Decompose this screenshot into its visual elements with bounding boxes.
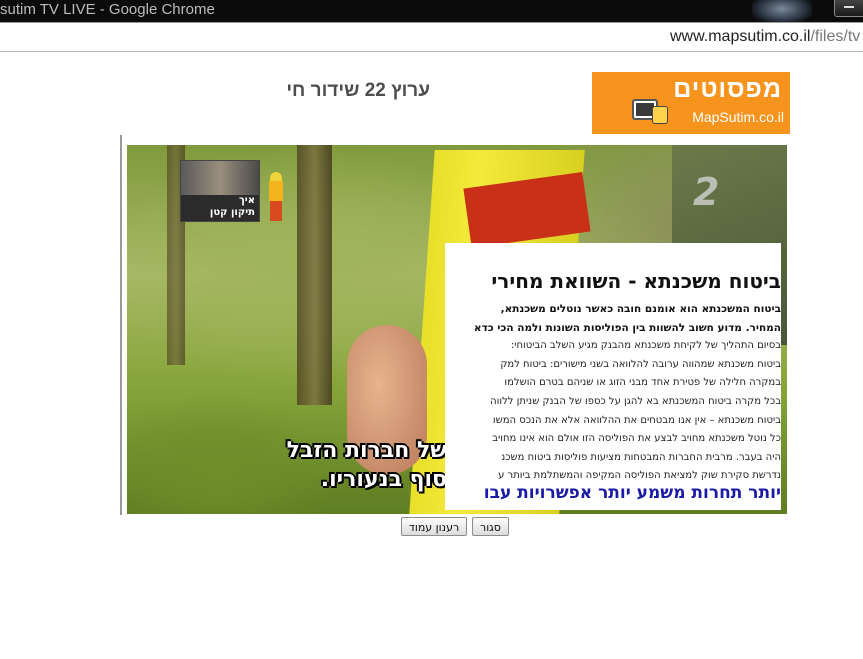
worker-figure-icon [265,172,287,222]
tree-trunk [297,145,332,405]
subtitle-line2: סוף בנעוריו. [320,467,447,492]
program-thumbnail: איך תיקון קטן [180,160,260,222]
window-glow [752,0,812,22]
url-domain: www.mapsutim.co.il [670,28,811,45]
ad-body-line: ביטוח משכנתא שמהווה ערובה להלוואה בשני מ… [500,358,781,370]
logo-brand-text: מפסוטים [673,75,782,103]
video-player[interactable]: איך תיקון קטן 2 של חברות הזבל סוף בנעורי… [127,145,787,514]
minimize-icon [844,6,854,8]
ad-body-line: בסיום התהליך של לקיחת משכנתא מהבנק מגיע … [510,340,781,352]
ad-overlay[interactable]: ביטוח משכנתא - השוואת מחירי ביטוח המשכנת… [445,243,781,510]
ad-body-line: במקרה חלילה של פטירת אחד מבני הזוג או שנ… [504,377,781,389]
channel-logo: 2 [693,170,720,214]
ad-title[interactable]: ביטוח משכנתא - השוואת מחירי [491,269,781,293]
ad-body-line: נדרשת סקירת שוק למציאת הפוליסה המקיפה וה… [498,470,781,482]
url-path: /files/tv [810,28,861,45]
url-text[interactable]: www.mapsutim.co.il/files/tv [670,28,860,46]
ad-body-line: בכל מקרה ביטוח המשכנתא בא להגן על כספו ש… [490,396,781,407]
address-bar[interactable]: www.mapsutim.co.il/files/tv [0,22,863,52]
refresh-page-button[interactable]: רענון עמוד [401,517,467,536]
ad-body-line: ביטוח משכנתא – אין אנו מבטחים את ההלוואה… [492,414,781,426]
thumbnail-image [181,161,259,195]
ad-cta-link[interactable]: יותר תחרות משמע יותר אפשרויות עבו [484,483,781,503]
minimize-button[interactable] [834,0,863,17]
ad-body-line: היה בעבר. מרבית החברות המבטחות מציעות פו… [501,451,781,463]
ad-body-line: כל נוטל משכנתא מחויב לבצע את הפוליסה הזו… [492,433,781,445]
subtitle-line1: של חברות הזבל [286,438,447,463]
page-title: ערוץ 22 שידור חי [286,80,430,101]
thumbnail-caption-line1: איך [238,195,255,206]
thumbnail-caption-line2: תיקון קטן [209,207,255,218]
mascot-icon [652,106,668,124]
ad-body-line: המחיר. מדוע חשוב להשוות בין הפוליסות השו… [473,321,781,334]
frame-divider [120,135,122,515]
logo-domain-text: MapSutim.co.il [692,109,784,125]
site-logo[interactable]: מפסוטים MapSutim.co.il [592,72,790,134]
ad-body-line: ביטוח המשכנתא הוא אומנם חובה כאשר נוטלים… [500,303,781,315]
window-title: sutim TV LIVE - Google Chrome [0,1,215,18]
window-titlebar: sutim TV LIVE - Google Chrome [0,0,863,22]
close-button[interactable]: סגור [472,517,509,536]
